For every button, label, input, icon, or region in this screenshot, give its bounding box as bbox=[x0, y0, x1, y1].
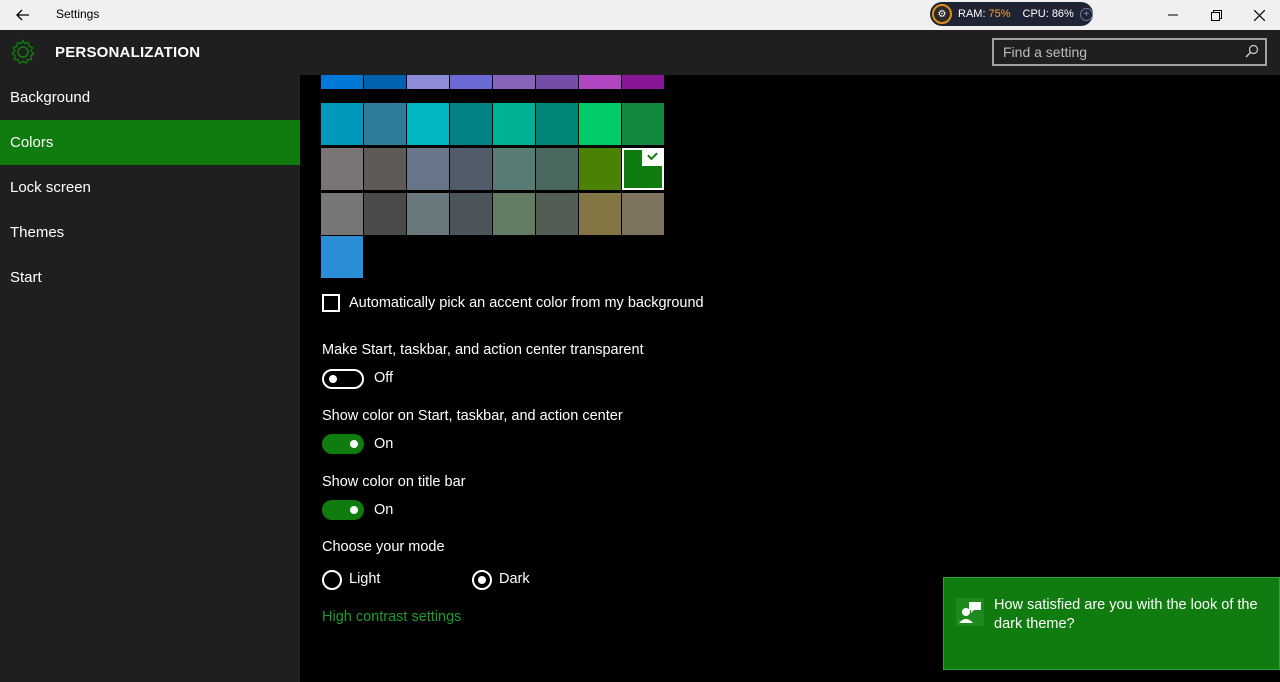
checkmark-icon bbox=[642, 150, 662, 166]
header: PERSONALIZATION bbox=[0, 30, 1280, 75]
show-color-start-label: Show color on Start, taskbar, and action… bbox=[322, 408, 623, 424]
show-color-title-state: On bbox=[374, 502, 394, 518]
cpu-label: CPU: bbox=[1022, 8, 1049, 20]
cpu-value: 86% bbox=[1051, 8, 1074, 20]
toggle-knob bbox=[350, 440, 358, 448]
title-bar: Settings ⚙ RAM: 75% CPU: 86% + bbox=[0, 0, 1280, 30]
monitor-add-icon[interactable]: + bbox=[1079, 7, 1093, 21]
mode-dark-label: Dark bbox=[499, 571, 530, 587]
sidebar-item-background[interactable]: Background bbox=[0, 75, 300, 120]
accent-color-swatch[interactable] bbox=[321, 193, 363, 235]
accent-color-swatch[interactable] bbox=[407, 193, 449, 235]
auto-pick-accent-checkbox[interactable] bbox=[322, 294, 340, 312]
sidebar-item-label: Lock screen bbox=[10, 179, 91, 196]
accent-color-swatch[interactable] bbox=[622, 103, 664, 145]
mode-light-radio[interactable] bbox=[322, 570, 342, 590]
accent-color-swatch[interactable] bbox=[536, 103, 578, 145]
accent-color-swatch[interactable] bbox=[536, 75, 578, 89]
ram-label: RAM: bbox=[958, 8, 986, 20]
mode-light-label: Light bbox=[349, 571, 381, 587]
search-icon[interactable] bbox=[1245, 44, 1259, 58]
sidebar-item-start[interactable]: Start bbox=[0, 255, 300, 300]
gear-icon bbox=[11, 39, 35, 64]
auto-pick-accent-label: Automatically pick an accent color from … bbox=[349, 295, 704, 311]
accent-color-swatch[interactable] bbox=[321, 75, 363, 89]
accent-color-swatch[interactable] bbox=[536, 148, 578, 190]
accent-color-swatch[interactable] bbox=[493, 75, 535, 89]
accent-color-swatch[interactable] bbox=[321, 148, 363, 190]
accent-color-swatch[interactable] bbox=[622, 193, 664, 235]
accent-color-swatch[interactable] bbox=[622, 75, 664, 89]
minimize-button[interactable] bbox=[1151, 0, 1195, 30]
sidebar-item-label: Colors bbox=[10, 134, 54, 151]
accent-color-swatch[interactable] bbox=[622, 148, 664, 190]
page-title: PERSONALIZATION bbox=[55, 44, 201, 61]
minimize-icon bbox=[1168, 14, 1178, 16]
sidebar-item-label: Start bbox=[10, 269, 42, 286]
accent-color-swatch[interactable] bbox=[321, 103, 363, 145]
accent-color-swatch[interactable] bbox=[407, 148, 449, 190]
ram-value: 75% bbox=[988, 8, 1011, 20]
toast-message: How satisfied are you with the look of t… bbox=[994, 597, 1258, 632]
accent-color-swatch[interactable] bbox=[407, 75, 449, 89]
accent-color-swatch[interactable] bbox=[321, 236, 363, 278]
show-color-title-label: Show color on title bar bbox=[322, 474, 466, 490]
show-color-title-toggle[interactable] bbox=[322, 500, 364, 520]
transparency-label: Make Start, taskbar, and action center t… bbox=[322, 342, 644, 358]
accent-color-swatch[interactable] bbox=[450, 75, 492, 89]
accent-color-swatch[interactable] bbox=[579, 103, 621, 145]
accent-color-swatch[interactable] bbox=[364, 75, 406, 89]
show-color-start-toggle[interactable] bbox=[322, 434, 364, 454]
accent-color-swatch[interactable] bbox=[450, 193, 492, 235]
system-monitor-widget[interactable]: ⚙ RAM: 75% CPU: 86% + bbox=[930, 2, 1093, 26]
search-input[interactable] bbox=[994, 40, 1234, 64]
accent-color-swatch[interactable] bbox=[450, 148, 492, 190]
accent-color-swatch[interactable] bbox=[493, 148, 535, 190]
accent-color-swatch[interactable] bbox=[364, 148, 406, 190]
accent-color-swatch[interactable] bbox=[450, 103, 492, 145]
accent-color-swatch[interactable] bbox=[579, 148, 621, 190]
accent-color-swatch[interactable] bbox=[536, 193, 578, 235]
monitor-logo-icon: ⚙ bbox=[932, 4, 952, 24]
close-icon bbox=[1253, 9, 1265, 21]
search-box bbox=[992, 38, 1267, 66]
transparency-state: Off bbox=[374, 370, 394, 386]
accent-color-swatch[interactable] bbox=[364, 103, 406, 145]
auto-pick-accent-option: Automatically pick an accent color from … bbox=[322, 294, 704, 312]
mode-dark-radio[interactable] bbox=[472, 570, 492, 590]
sidebar-item-lock-screen[interactable]: Lock screen bbox=[0, 165, 300, 210]
sidebar-item-colors[interactable]: Colors bbox=[0, 120, 300, 165]
sidebar-item-label: Background bbox=[10, 89, 91, 106]
close-button[interactable] bbox=[1237, 0, 1280, 30]
accent-color-swatch[interactable] bbox=[407, 103, 449, 145]
toggle-knob bbox=[329, 375, 337, 383]
accent-color-swatch[interactable] bbox=[579, 75, 621, 89]
accent-color-swatch[interactable] bbox=[493, 103, 535, 145]
mode-label: Choose your mode bbox=[322, 539, 445, 555]
restore-icon bbox=[1210, 9, 1222, 21]
transparency-toggle[interactable] bbox=[322, 369, 364, 389]
restore-button[interactable] bbox=[1194, 0, 1238, 30]
accent-color-swatch[interactable] bbox=[364, 193, 406, 235]
accent-color-swatch[interactable] bbox=[493, 193, 535, 235]
arrow-left-icon bbox=[16, 9, 29, 21]
sidebar: Background Colors Lock screen Themes Sta… bbox=[0, 75, 300, 682]
high-contrast-settings-link[interactable]: High contrast settings bbox=[322, 609, 461, 625]
sidebar-item-label: Themes bbox=[10, 224, 65, 241]
sidebar-item-themes[interactable]: Themes bbox=[0, 210, 300, 255]
feedback-icon bbox=[956, 598, 984, 626]
feedback-toast[interactable]: How satisfied are you with the look of t… bbox=[943, 577, 1280, 670]
accent-color-swatch[interactable] bbox=[579, 193, 621, 235]
back-button[interactable] bbox=[8, 0, 38, 30]
show-color-start-state: On bbox=[374, 436, 394, 452]
window-title: Settings bbox=[56, 7, 100, 21]
toggle-knob bbox=[350, 506, 358, 514]
